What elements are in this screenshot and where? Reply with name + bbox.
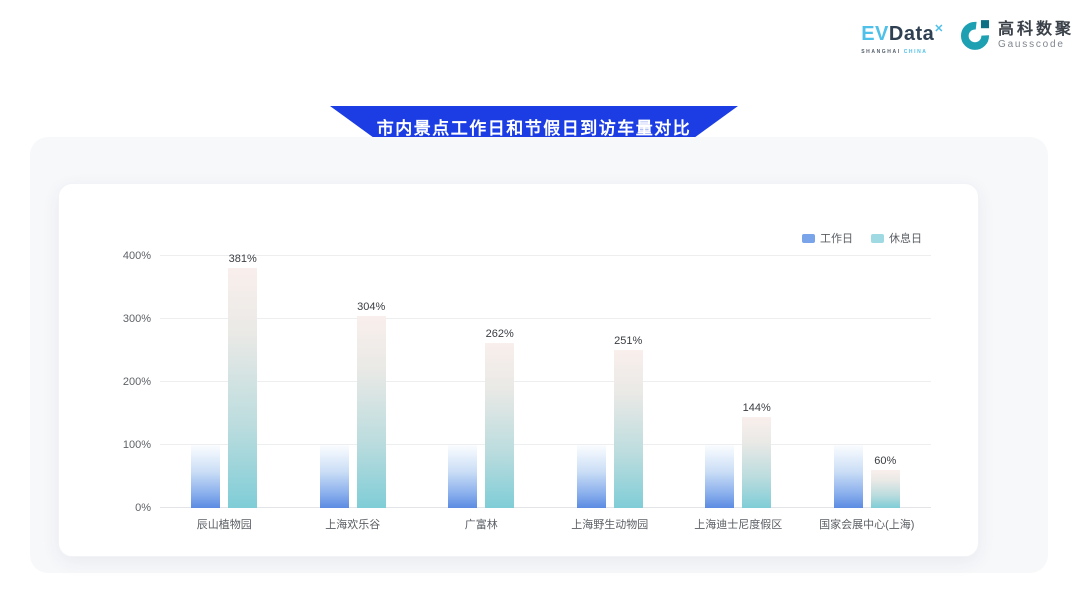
gausscode-cn-label: 高科数聚	[998, 20, 1074, 39]
bar-pair: 144%	[705, 256, 771, 508]
evdata-wordmark: EVData✕	[861, 24, 944, 47]
evdata-ev-text: EV	[861, 23, 889, 45]
gausscode-en-label: Gausscode	[998, 39, 1074, 51]
bar-group: 262%广富林	[417, 256, 546, 508]
bar-column: 381%	[228, 253, 257, 508]
x-axis-label: 辰山植物园	[149, 516, 299, 532]
bar-value-label: 262%	[486, 328, 514, 340]
bar-休息日	[614, 350, 643, 508]
y-axis-tick: 300%	[123, 313, 151, 325]
bar-休息日	[742, 417, 771, 508]
bar-休息日	[485, 343, 514, 508]
evdata-x-icon: ✕	[934, 23, 944, 35]
chart-card: 工作日休息日 381%辰山植物园304%上海欢乐谷262%广富林251%上海野生…	[58, 183, 979, 557]
bar-group: 60%国家会展中心(上海)	[803, 256, 932, 508]
legend-label: 工作日	[820, 230, 853, 246]
bar-column	[448, 445, 477, 508]
bar-group: 381%辰山植物园	[160, 256, 289, 508]
x-axis-label: 上海欢乐谷	[278, 516, 428, 532]
bar-column	[320, 445, 349, 508]
legend-label: 休息日	[889, 230, 922, 246]
bar-value-label: 381%	[229, 253, 257, 265]
header-logos: EVData✕ SHANGHAI CHINA 高科数聚 Gausscode	[861, 18, 1074, 55]
x-axis-label: 广富林	[406, 516, 556, 532]
page: { "header": { "evdata": { "ev": "EV", "d…	[0, 0, 1080, 608]
bar-pair: 304%	[320, 256, 386, 508]
y-axis-tick: 100%	[123, 439, 151, 451]
bar-工作日	[320, 445, 349, 508]
bar-工作日	[834, 445, 863, 508]
bar-工作日	[191, 445, 220, 508]
chart-legend: 工作日 休息日	[802, 230, 922, 246]
bar-value-label: 304%	[357, 301, 385, 313]
evdata-tagline-right: CHINA	[904, 49, 928, 55]
bar-pair: 60%	[834, 256, 900, 508]
bar-column: 304%	[357, 301, 386, 508]
evdata-data-text: Data	[889, 23, 934, 45]
x-axis-label: 上海迪士尼度假区	[663, 516, 813, 532]
y-axis-tick: 200%	[123, 376, 151, 388]
bar-group: 251%上海野生动物园	[546, 256, 675, 508]
bar-column	[834, 445, 863, 508]
evdata-logo: EVData✕ SHANGHAI CHINA	[861, 24, 944, 55]
bar-column: 262%	[485, 328, 514, 508]
bar-column	[577, 445, 606, 508]
legend-item-工作日[interactable]: 工作日	[802, 230, 853, 246]
bar-休息日	[228, 268, 257, 508]
x-axis-label: 上海野生动物园	[535, 516, 685, 532]
bar-groups: 381%辰山植物园304%上海欢乐谷262%广富林251%上海野生动物园144%…	[160, 256, 931, 508]
bar-value-label: 144%	[743, 402, 771, 414]
bar-工作日	[448, 445, 477, 508]
gausscode-logo: 高科数聚 Gausscode	[958, 18, 1074, 52]
plot-area: 381%辰山植物园304%上海欢乐谷262%广富林251%上海野生动物园144%…	[160, 256, 931, 508]
legend-item-休息日[interactable]: 休息日	[871, 230, 922, 246]
bar-pair: 262%	[448, 256, 514, 508]
gausscode-text: 高科数聚 Gausscode	[998, 20, 1074, 51]
bar-value-label: 60%	[874, 455, 896, 467]
legend-marker-icon	[802, 234, 815, 243]
bar-column	[705, 445, 734, 508]
bar-休息日	[871, 470, 900, 508]
bar-group: 304%上海欢乐谷	[289, 256, 418, 508]
x-axis-label: 国家会展中心(上海)	[792, 516, 942, 532]
bar-value-label: 251%	[614, 335, 642, 347]
bar-group: 144%上海迪士尼度假区	[674, 256, 803, 508]
bar-column	[191, 445, 220, 508]
y-axis-tick: 400%	[123, 250, 151, 262]
bar-column: 144%	[742, 402, 771, 508]
evdata-tagline: SHANGHAI CHINA	[861, 49, 944, 55]
bar-休息日	[357, 316, 386, 508]
bar-pair: 381%	[191, 256, 257, 508]
bar-工作日	[577, 445, 606, 508]
bar-column: 251%	[614, 335, 643, 508]
page-title: 市内景点工作日和节假日到访车量对比	[377, 114, 692, 139]
content-panel: 工作日休息日 381%辰山植物园304%上海欢乐谷262%广富林251%上海野生…	[30, 137, 1048, 573]
gausscode-g-icon	[958, 18, 992, 52]
y-axis-tick: 0%	[135, 502, 151, 514]
bar-column: 60%	[871, 455, 900, 508]
bar-pair: 251%	[577, 256, 643, 508]
evdata-tagline-left: SHANGHAI	[861, 49, 900, 55]
legend-marker-icon	[871, 234, 884, 243]
bar-工作日	[705, 445, 734, 508]
